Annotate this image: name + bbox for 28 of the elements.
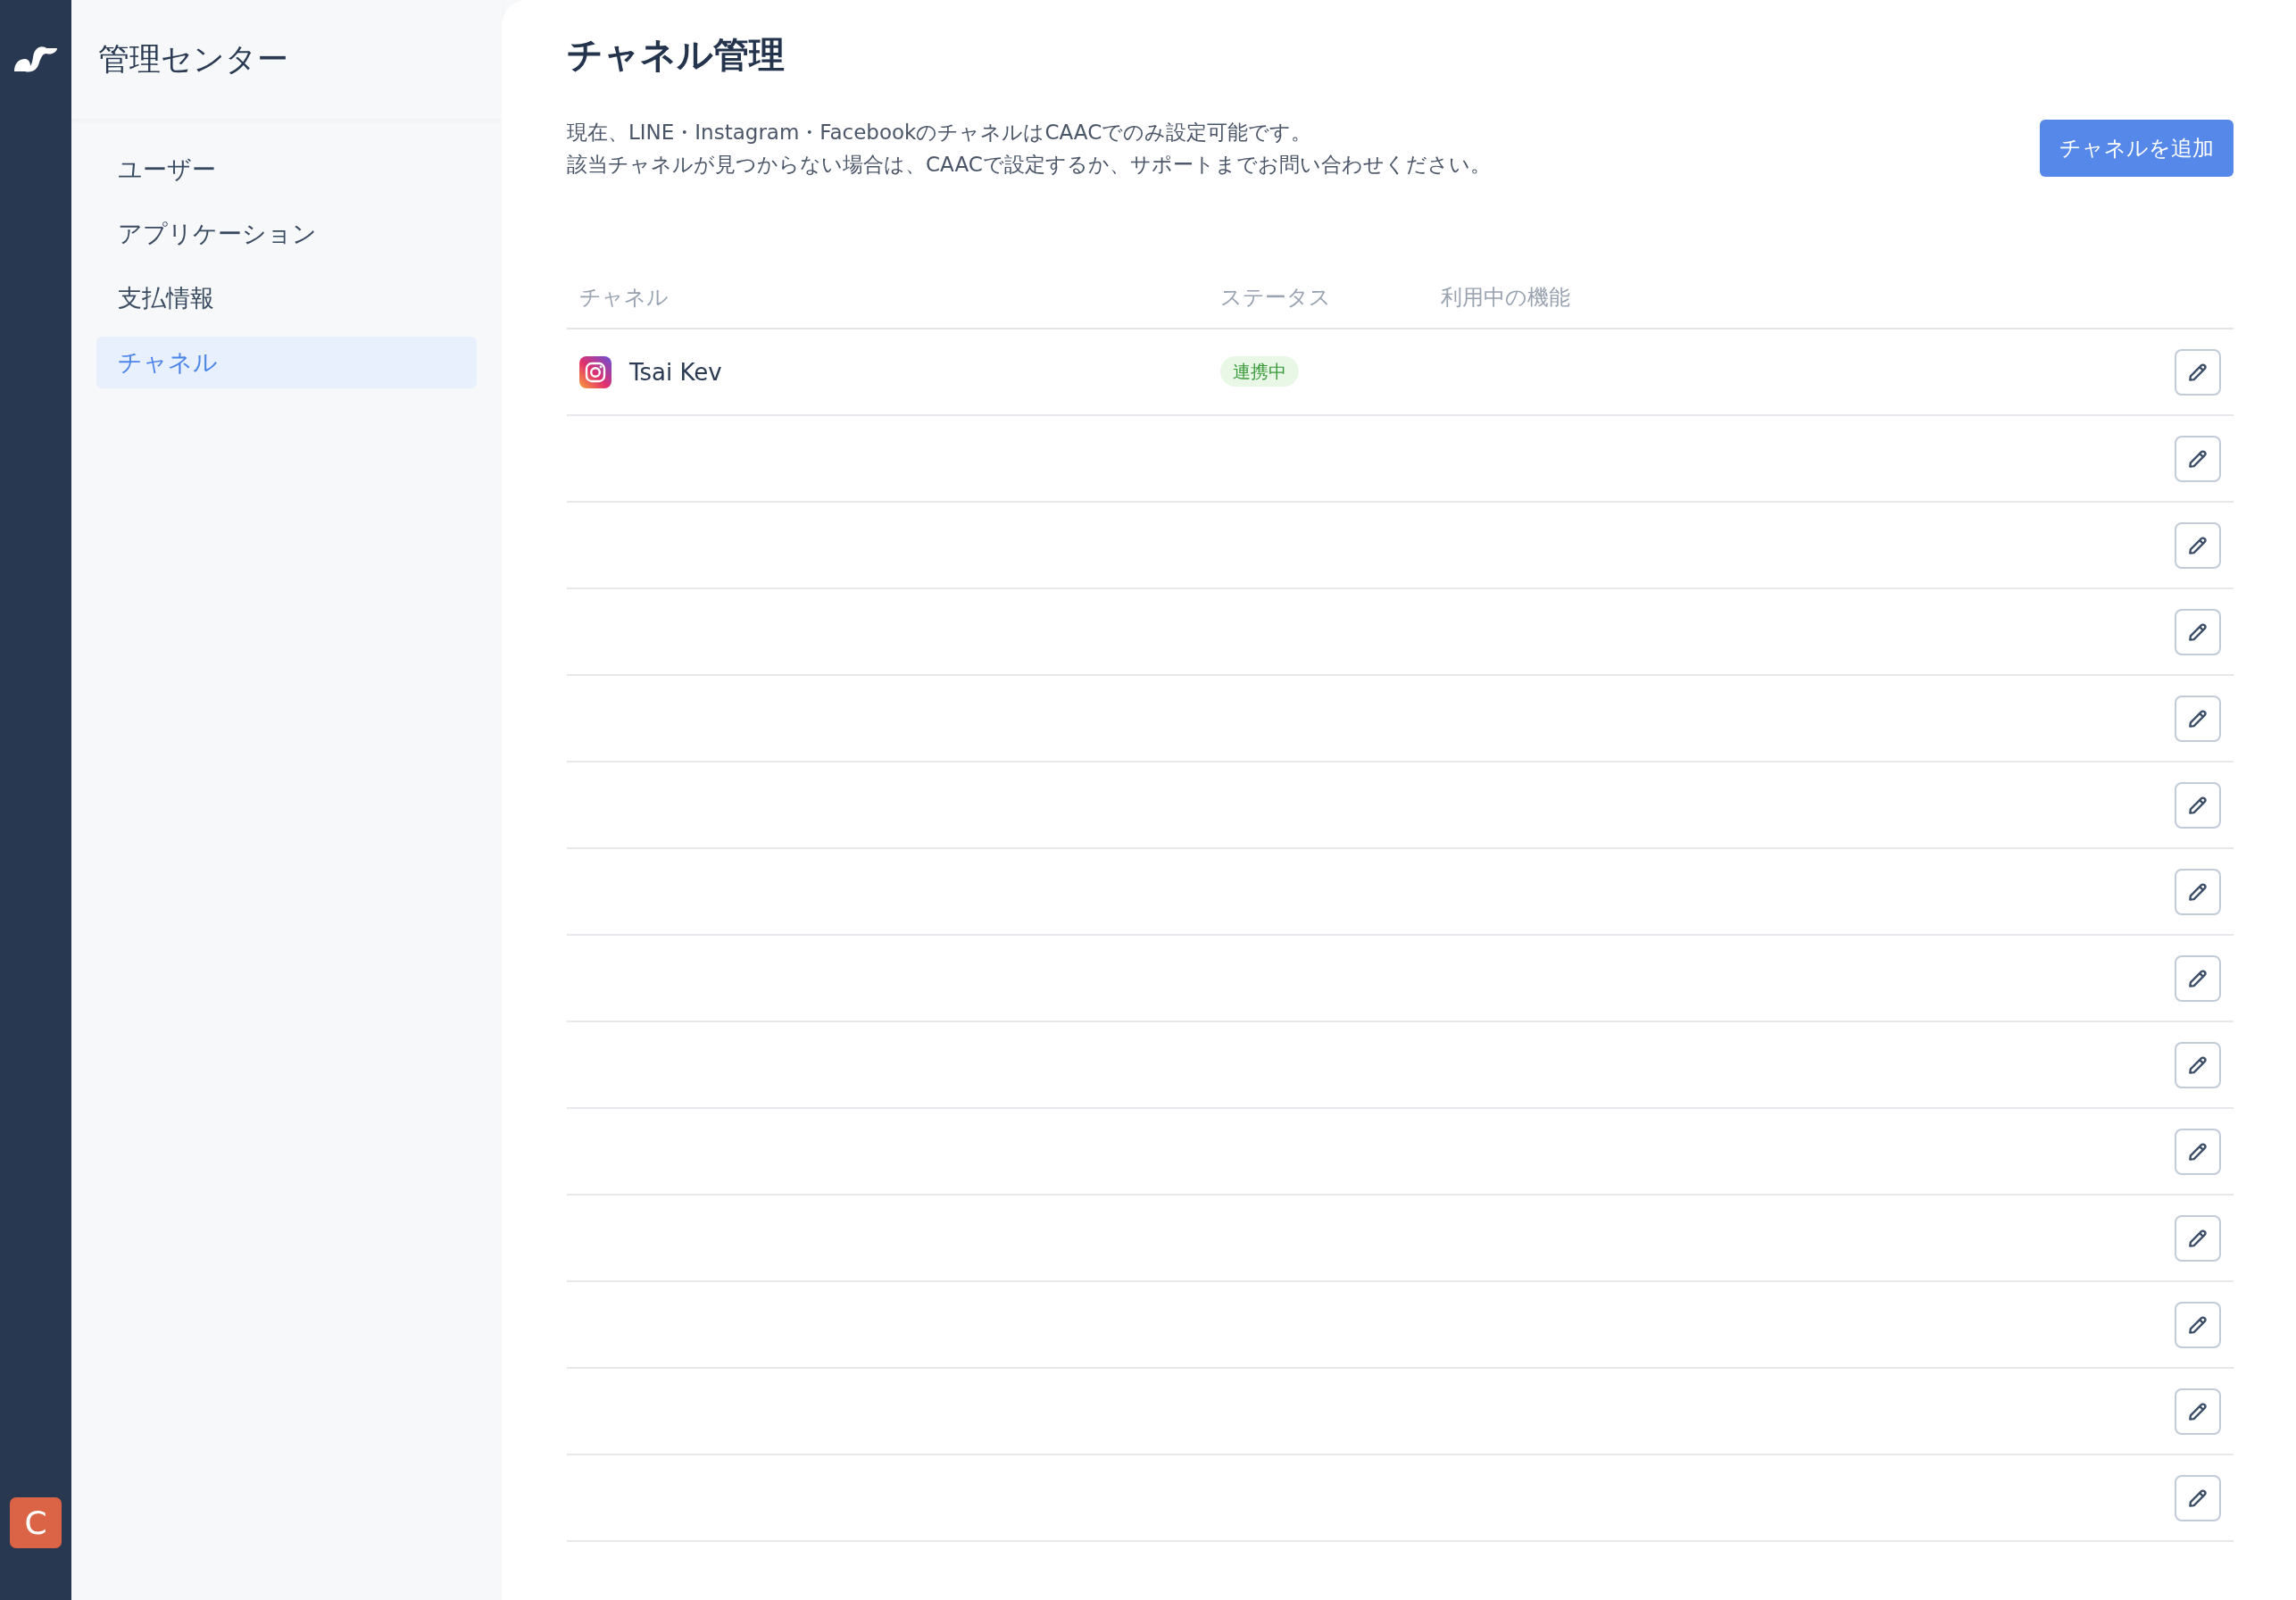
user-avatar[interactable]: C	[10, 1497, 62, 1548]
camera-app-icon	[579, 355, 611, 388]
edit-button[interactable]	[2175, 435, 2221, 482]
edit-button[interactable]	[2175, 1474, 2221, 1521]
edit-button[interactable]	[2175, 348, 2221, 396]
edit-button[interactable]	[2175, 1128, 2221, 1175]
sidebar-title: 管理センター	[71, 0, 502, 119]
status-badge: 連携中	[1220, 356, 1299, 387]
column-header: チャネル	[579, 284, 670, 312]
channel-name: Tsai Kev	[629, 358, 722, 386]
column-header: 利用中の機能	[1441, 284, 1570, 312]
edit-button[interactable]	[2175, 608, 2221, 655]
edit-button[interactable]	[2175, 954, 2221, 1002]
edit-button[interactable]	[2175, 1301, 2221, 1348]
edit-button[interactable]	[2175, 1214, 2221, 1262]
sidebar-item[interactable]: ユーザー	[96, 144, 477, 196]
page-title: チャネル管理	[567, 33, 786, 77]
edit-button[interactable]	[2175, 521, 2221, 569]
edit-button[interactable]	[2175, 1041, 2221, 1088]
column-header: ステータス	[1220, 284, 1332, 312]
notice-text: 現在、LINE・Instagram・FacebookのチャネルはCAACでのみ設定可能です。	[567, 120, 1313, 146]
edit-button[interactable]	[2175, 868, 2221, 915]
edit-button[interactable]	[2175, 1388, 2221, 1435]
notice-text: 該当チャネルが見つからない場合は、CAACで設定するか、サポートまでお問い合わせください。	[567, 152, 1491, 178]
edit-button[interactable]	[2175, 781, 2221, 829]
sidebar-item[interactable]: 支払情報	[96, 272, 477, 324]
edit-button[interactable]	[2175, 695, 2221, 742]
sidebar-item[interactable]: アプリケーション	[96, 208, 477, 260]
